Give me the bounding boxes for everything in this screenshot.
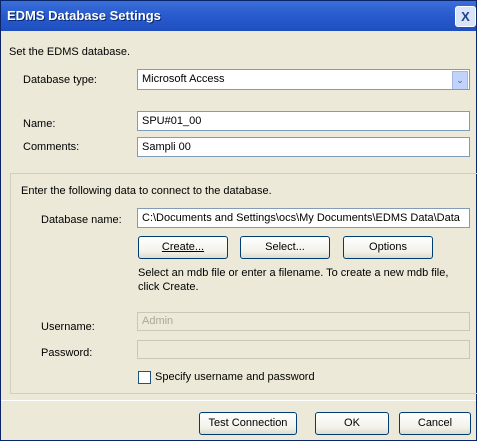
test-connection-button[interactable]: Test Connection [199, 412, 297, 435]
specify-credentials-label[interactable]: Specify username and password [155, 371, 315, 383]
database-type-select[interactable]: Microsoft Access ⌄ [137, 69, 470, 90]
database-type-label: Database type: [23, 74, 97, 86]
database-name-field[interactable]: C:\Documents and Settings\ocs\My Documen… [137, 208, 470, 228]
cancel-button[interactable]: Cancel [399, 412, 471, 435]
hint-text-line2: click Create. [138, 281, 199, 293]
database-type-value: Microsoft Access [142, 73, 225, 85]
intro-text: Set the EDMS database. [9, 46, 131, 58]
password-field[interactable] [137, 340, 470, 359]
chevron-down-icon[interactable]: ⌄ [452, 71, 468, 89]
create-button-label: Create... [161, 241, 205, 253]
create-button[interactable]: Create... [138, 236, 228, 259]
ok-label: OK [344, 417, 360, 429]
edms-settings-dialog: EDMS Database Settings X Set the EDMS da… [0, 0, 477, 441]
specify-credentials-checkbox[interactable] [138, 371, 151, 384]
close-icon: X [461, 9, 470, 24]
comments-field[interactable]: Sampli 00 [137, 137, 470, 157]
password-label: Password: [41, 347, 93, 359]
connect-instruction: Enter the following data to connect to t… [21, 185, 272, 197]
title-bar[interactable]: EDMS Database Settings X [1, 1, 476, 31]
connection-group [10, 173, 477, 394]
username-label: Username: [41, 321, 95, 333]
cancel-label: Cancel [417, 417, 453, 429]
comments-label: Comments: [23, 141, 80, 153]
options-button[interactable]: Options [343, 236, 433, 259]
footer-divider [1, 400, 476, 401]
select-button-label: Select... [265, 241, 305, 253]
options-button-label: Options [369, 241, 407, 253]
database-name-label: Database name: [41, 214, 122, 226]
name-label: Name: [23, 118, 56, 130]
dialog-title: EDMS Database Settings [7, 8, 161, 23]
ok-button[interactable]: OK [315, 412, 389, 435]
name-field[interactable]: SPU#01_00 [137, 111, 470, 131]
username-field[interactable]: Admin [137, 312, 470, 331]
close-button[interactable]: X [455, 6, 476, 27]
hint-text-line1: Select an mdb file or enter a filename. … [138, 267, 449, 279]
test-connection-label: Test Connection [208, 417, 288, 429]
select-button[interactable]: Select... [240, 236, 330, 259]
